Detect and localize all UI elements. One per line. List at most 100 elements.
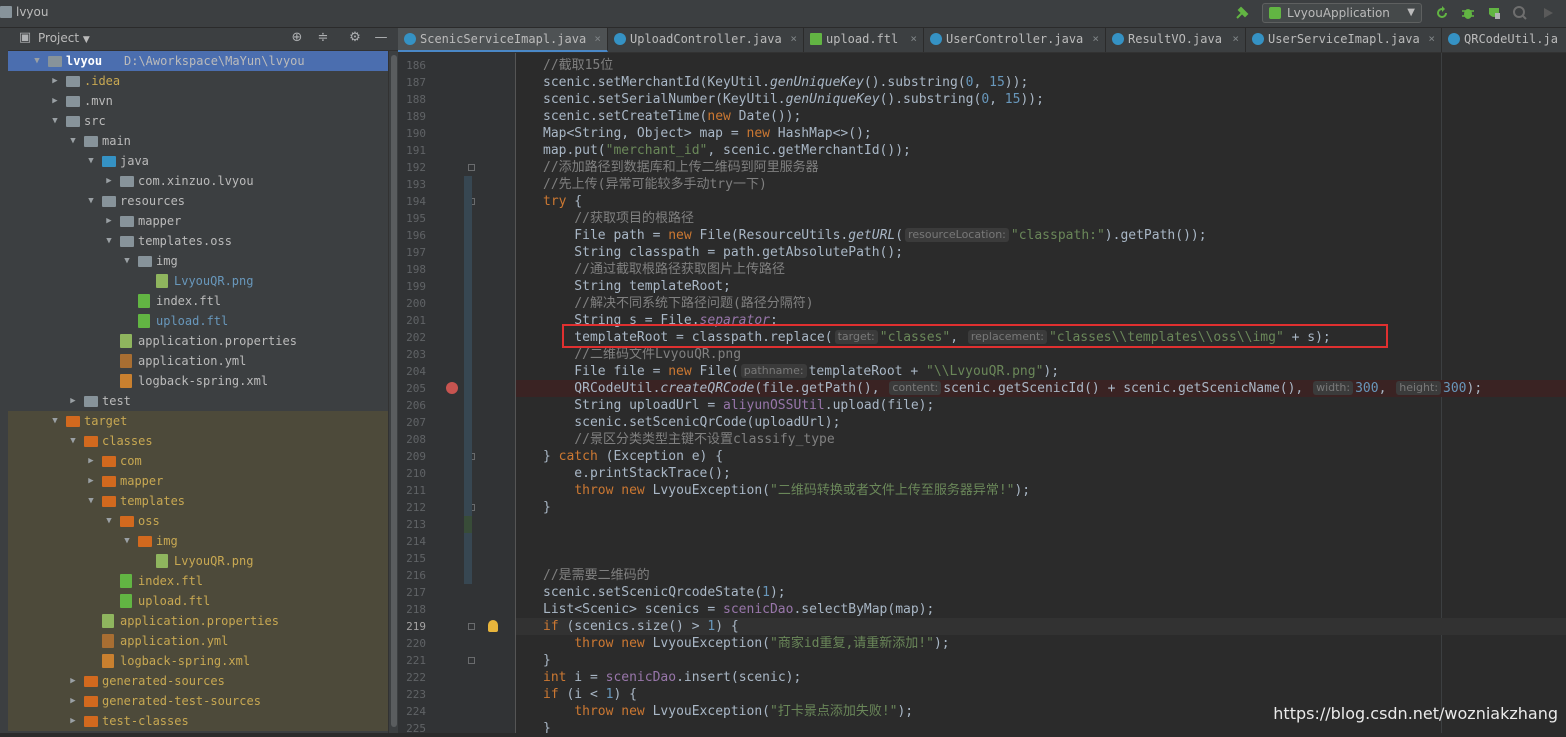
collapsed-arrow-icon[interactable]: ▶ <box>68 671 78 691</box>
tree-node[interactable]: ▶ .mvn <box>8 91 388 111</box>
collapse-all-icon[interactable]: ≑ <box>316 31 330 45</box>
tree-node[interactable]: ▶ test-classes <box>8 711 388 731</box>
code-line[interactable] <box>516 533 1566 550</box>
expanded-arrow-icon[interactable]: ▼ <box>104 231 114 251</box>
tree-node[interactable]: ▼ resources <box>8 191 388 211</box>
collapsed-arrow-icon[interactable]: ▶ <box>50 91 60 111</box>
code-line[interactable]: String classpath = path.getAbsolutePath(… <box>516 244 1566 261</box>
tree-node[interactable]: application.properties <box>8 611 388 631</box>
build-hammer-icon[interactable] <box>1234 5 1250 21</box>
code-line[interactable]: //通过截取根路径获取图片上传路径 <box>516 261 1566 278</box>
code-line[interactable]: } <box>516 652 1566 669</box>
expanded-arrow-icon[interactable]: ▼ <box>32 51 42 71</box>
tree-node[interactable]: LvyouQR.png <box>8 551 388 571</box>
collapsed-arrow-icon[interactable]: ▶ <box>68 711 78 731</box>
vcs-change-marker[interactable] <box>464 533 472 584</box>
expanded-arrow-icon[interactable]: ▼ <box>122 531 132 551</box>
tree-node[interactable]: logback-spring.xml <box>8 651 388 671</box>
tree-node[interactable]: ▼ oss <box>8 511 388 531</box>
collapsed-arrow-icon[interactable]: ▶ <box>104 171 114 191</box>
tree-node[interactable]: application.yml <box>8 631 388 651</box>
code-line[interactable]: //是需要二维码的 <box>516 567 1566 584</box>
code-line[interactable]: scenic.setCreateTime(new Date()); <box>516 108 1566 125</box>
tree-node[interactable]: ▼ target <box>8 411 388 431</box>
expanded-arrow-icon[interactable]: ▼ <box>122 251 132 271</box>
code-line[interactable] <box>516 550 1566 567</box>
code-line[interactable]: scenic.setScenicQrcodeState(1); <box>516 584 1566 601</box>
code-line[interactable]: //先上传(异常可能较多手动try一下) <box>516 176 1566 193</box>
code-line[interactable]: //解决不同系统下路径问题(路径分隔符) <box>516 295 1566 312</box>
tree-node[interactable]: index.ftl <box>8 291 388 311</box>
code-line[interactable]: scenic.setMerchantId(KeyUtil.genUniqueKe… <box>516 74 1566 91</box>
code-line[interactable]: throw new LvyouException("二维码转换或者文件上传至服务… <box>516 482 1566 499</box>
tree-node[interactable]: index.ftl <box>8 571 388 591</box>
debug-bug-icon[interactable] <box>1460 5 1476 21</box>
editor-tab[interactable]: UploadController.java × <box>608 28 804 52</box>
tree-node[interactable]: logback-spring.xml <box>8 371 388 391</box>
code-line[interactable]: e.printStackTrace(); <box>516 465 1566 482</box>
code-line[interactable]: String templateRoot; <box>516 278 1566 295</box>
scrollbar-thumb[interactable] <box>391 55 397 727</box>
collapsed-arrow-icon[interactable]: ▶ <box>86 471 96 491</box>
tree-node[interactable]: application.yml <box>8 351 388 371</box>
vcs-change-marker[interactable] <box>464 176 472 210</box>
tree-node[interactable]: ▶ .idea <box>8 71 388 91</box>
run-configuration-select[interactable]: LvyouApplication ▼ <box>1262 3 1422 23</box>
expanded-arrow-icon[interactable]: ▼ <box>50 411 60 431</box>
tree-node[interactable]: ▼ img <box>8 251 388 271</box>
minimize-icon[interactable]: — <box>374 31 388 45</box>
code-line[interactable]: //获取项目的根路径 <box>516 210 1566 227</box>
close-icon[interactable]: × <box>910 28 917 50</box>
tree-node[interactable]: ▼ lvyou D:\Aworkspace\MaYun\lvyou <box>8 51 388 71</box>
locate-crosshair-icon[interactable]: ⊕ <box>290 31 304 45</box>
collapsed-arrow-icon[interactable]: ▶ <box>50 71 60 91</box>
code-line[interactable]: //景区分类类型主键不设置classify_type <box>516 431 1566 448</box>
code-line[interactable]: //二维码文件LvyouQR.png <box>516 346 1566 363</box>
expanded-arrow-icon[interactable]: ▼ <box>86 191 96 211</box>
code-line[interactable]: throw new LvyouException("商家id重复,请重新添加!"… <box>516 635 1566 652</box>
project-tree[interactable]: ▼ lvyou D:\Aworkspace\MaYun\lvyou ▶ .idea ▶ .m… <box>8 51 388 733</box>
coverage-icon[interactable] <box>1486 5 1502 21</box>
tree-node[interactable]: ▼ templates <box>8 491 388 511</box>
close-icon[interactable]: × <box>1232 28 1239 50</box>
close-icon[interactable]: × <box>1092 28 1099 50</box>
tree-node[interactable]: ▶ mapper <box>8 211 388 231</box>
code-line[interactable]: try { <box>516 193 1566 210</box>
tree-node[interactable]: ▶ test <box>8 391 388 411</box>
code-line[interactable]: } <box>516 499 1566 516</box>
breakpoint-icon[interactable] <box>446 382 458 394</box>
code-line[interactable] <box>516 516 1566 533</box>
code-line[interactable]: //添加路径到数据库和上传二维码到阿里服务器 <box>516 159 1566 176</box>
tree-node[interactable]: ▼ classes <box>8 431 388 451</box>
code-line[interactable]: File file = new File(pathname: templateRo… <box>516 363 1566 380</box>
tree-node[interactable]: ▶ generated-sources <box>8 671 388 691</box>
fold-marker-icon[interactable] <box>468 623 475 630</box>
expanded-arrow-icon[interactable]: ▼ <box>68 131 78 151</box>
fold-marker-icon[interactable] <box>468 164 475 171</box>
rerun-icon[interactable] <box>1434 5 1450 21</box>
tree-node[interactable]: ▶ mapper <box>8 471 388 491</box>
editor-tab[interactable]: ResultVO.java × <box>1106 28 1246 52</box>
tree-node[interactable]: ▶ com.xinzuo.lvyou <box>8 171 388 191</box>
code-line[interactable]: map.put("merchant_id", scenic.getMerchan… <box>516 142 1566 159</box>
close-icon[interactable]: × <box>790 28 797 50</box>
tree-node[interactable]: ▼ java <box>8 151 388 171</box>
editor-tab[interactable]: UserController.java × <box>924 28 1106 52</box>
collapsed-arrow-icon[interactable]: ▶ <box>86 451 96 471</box>
code-line[interactable]: int i = scenicDao.insert(scenic); <box>516 669 1566 686</box>
intention-bulb-icon[interactable] <box>488 620 498 632</box>
expanded-arrow-icon[interactable]: ▼ <box>68 431 78 451</box>
expanded-arrow-icon[interactable]: ▼ <box>86 491 96 511</box>
collapsed-arrow-icon[interactable]: ▶ <box>68 391 78 411</box>
code-line[interactable]: //截取15位 <box>516 57 1566 74</box>
code-line[interactable]: File path = new File(ResourceUtils.getUR… <box>516 227 1566 244</box>
tree-node[interactable]: ▼ templates.oss <box>8 231 388 251</box>
tree-node[interactable]: LvyouQR.png <box>8 271 388 291</box>
vcs-change-marker[interactable] <box>464 210 472 516</box>
tree-node[interactable]: ▼ main <box>8 131 388 151</box>
profiler-icon[interactable] <box>1512 5 1528 21</box>
editor-tab[interactable]: UserServiceImapl.java × <box>1246 28 1442 52</box>
code-line[interactable]: QRCodeUtil.createQRCode(file.getPath(), … <box>516 380 1566 397</box>
expanded-arrow-icon[interactable]: ▼ <box>86 151 96 171</box>
code-line[interactable]: String uploadUrl = aliyunOSSUtil.upload(… <box>516 397 1566 414</box>
